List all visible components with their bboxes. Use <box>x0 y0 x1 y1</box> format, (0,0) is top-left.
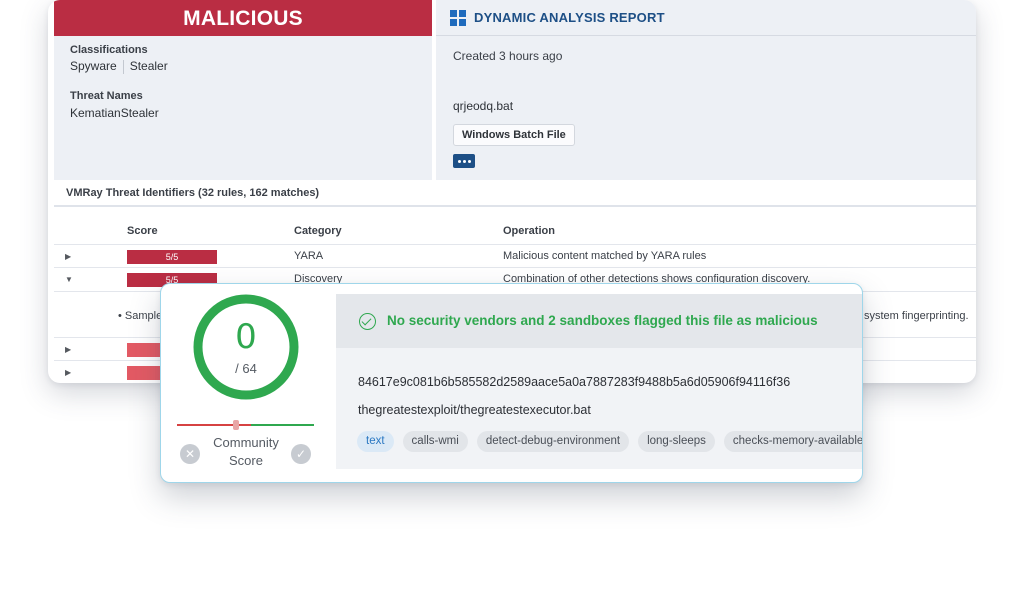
table-row[interactable]: ▶ 5/5 YARA Malicious content matched by … <box>54 244 976 268</box>
caret-right-icon[interactable]: ▶ <box>65 252 71 261</box>
windows-icon <box>450 9 466 26</box>
column-header-category[interactable]: Category <box>294 225 342 237</box>
threat-name-value: KematianStealer <box>70 106 159 120</box>
column-header-operation[interactable]: Operation <box>503 225 555 237</box>
check-circle-icon <box>359 313 376 330</box>
verdict-alert: No security vendors and 2 sandboxes flag… <box>336 294 862 348</box>
community-score-track <box>177 424 314 426</box>
tag-chip[interactable]: long-sleeps <box>638 431 715 452</box>
close-circle-icon[interactable]: ✕ <box>180 444 200 464</box>
vti-section-title: VMRay Threat Identifiers (32 rules, 162 … <box>66 187 320 199</box>
caret-right-icon[interactable]: ▶ <box>65 368 71 377</box>
classification-tag: Stealer <box>129 59 168 73</box>
tag-chip[interactable]: checks-memory-available <box>723 431 862 452</box>
row-detail-text: • Sample <box>118 310 163 322</box>
tag-list: text calls-wmi detect-debug-environment … <box>357 431 862 452</box>
community-score-label-line: Score <box>229 453 263 468</box>
file-hash[interactable]: 84617e9c081b6b585582d2589aace5a0a7887283… <box>358 375 790 389</box>
verdict-banner: MALICIOUS <box>54 0 432 36</box>
column-header-score[interactable]: Score <box>127 225 158 237</box>
operation-cell: Malicious content matched by YARA rules <box>503 250 707 262</box>
virustotal-card: 0 / 64 ✕ Community Score ✓ No security v… <box>160 283 863 483</box>
dynamic-analysis-title: DYNAMIC ANALYSIS REPORT <box>474 10 665 25</box>
sample-filename: qrjeodq.bat <box>453 99 514 113</box>
row-detail-text: system fingerprinting. <box>864 310 969 322</box>
detection-total: / 64 <box>235 361 257 376</box>
caret-down-icon[interactable]: ▼ <box>65 275 73 284</box>
more-dots-icon[interactable] <box>453 154 475 168</box>
category-cell: YARA <box>294 250 324 262</box>
threat-names-label: Threat Names <box>70 90 143 102</box>
tag-chip[interactable]: text <box>357 431 394 452</box>
created-time: Created 3 hours ago <box>453 49 563 63</box>
tag-chip[interactable]: detect-debug-environment <box>476 431 630 452</box>
community-score-label: Community Score <box>206 434 286 470</box>
vt-summary-panel: No security vendors and 2 sandboxes flag… <box>336 294 862 469</box>
verdict-alert-text: No security vendors and 2 sandboxes flag… <box>387 313 818 328</box>
separator <box>122 59 124 74</box>
classifications-value: Spyware Stealer <box>70 59 168 74</box>
section-divider <box>54 205 976 207</box>
dynamic-analysis-panel: DYNAMIC ANALYSIS REPORT Created 3 hours … <box>436 0 976 180</box>
tag-chip[interactable]: calls-wmi <box>402 431 468 452</box>
file-path[interactable]: thegreatestexploit/thegreatestexecutor.b… <box>358 403 591 417</box>
community-score-thumb[interactable] <box>233 420 239 430</box>
check-filled-icon[interactable]: ✓ <box>291 444 311 464</box>
caret-right-icon[interactable]: ▶ <box>65 345 71 354</box>
classifications-label: Classifications <box>70 44 148 56</box>
dynamic-analysis-header: DYNAMIC ANALYSIS REPORT <box>436 0 976 36</box>
verdict-panel: MALICIOUS Classifications Spyware Stealer… <box>54 0 432 180</box>
score-badge: 5/5 <box>127 250 217 264</box>
file-type-badge: Windows Batch File <box>453 124 575 146</box>
detection-count: 0 <box>235 317 257 357</box>
classification-tag: Spyware <box>70 59 117 73</box>
community-score-label-line: Community <box>213 435 279 450</box>
